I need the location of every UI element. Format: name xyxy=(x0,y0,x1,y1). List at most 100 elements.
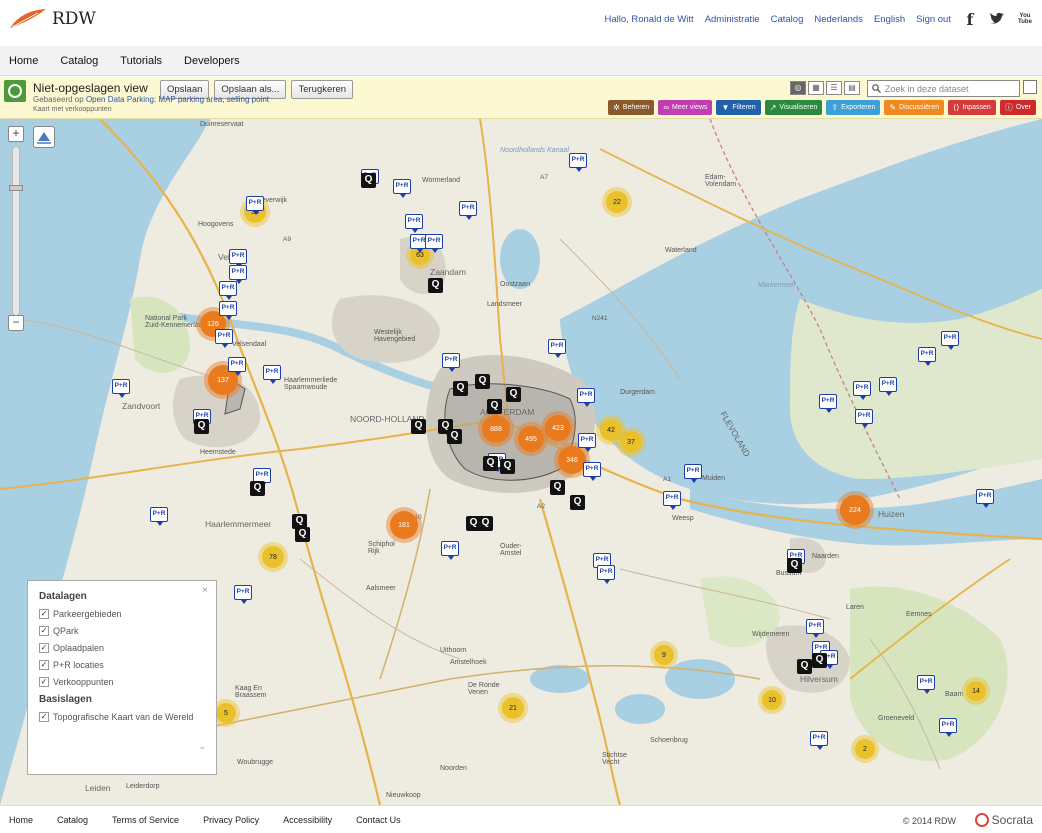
pr-marker[interactable]: P+R xyxy=(663,491,681,510)
pr-marker[interactable]: P+R xyxy=(976,489,994,508)
map-cluster[interactable]: 888 xyxy=(482,415,510,443)
logo[interactable]: RDW xyxy=(8,6,96,32)
pr-marker[interactable]: P+R xyxy=(219,281,237,300)
map-mode-icon[interactable]: ◎ xyxy=(790,81,806,95)
qpark-marker[interactable]: Q xyxy=(478,516,493,531)
footer-contact-link[interactable]: Contact Us xyxy=(356,815,401,825)
zoom-in-button[interactable]: + xyxy=(8,126,24,142)
catalog-link[interactable]: Catalog xyxy=(771,14,804,25)
pr-marker[interactable]: P+R xyxy=(234,585,252,604)
toolbar-exporteren-button[interactable]: ⇪ Exporteren xyxy=(826,100,881,115)
pr-marker[interactable]: P+R xyxy=(569,153,587,172)
grid-mode-icon[interactable]: ▦ xyxy=(808,81,824,95)
qpark-marker[interactable]: Q xyxy=(550,480,565,495)
pr-marker[interactable]: P+R xyxy=(548,339,566,358)
pr-marker[interactable]: P+R xyxy=(263,365,281,384)
map-cluster[interactable]: 224 xyxy=(840,495,870,525)
map-cluster[interactable]: 10 xyxy=(762,690,782,710)
pr-marker[interactable]: P+R xyxy=(229,265,247,284)
nav-developers[interactable]: Developers xyxy=(184,55,240,67)
qpark-marker[interactable]: Q xyxy=(194,419,209,434)
qpark-marker[interactable]: Q xyxy=(787,558,802,573)
search-input[interactable] xyxy=(885,83,1015,94)
map-cluster[interactable]: 5 xyxy=(216,703,236,723)
user-greeting-link[interactable]: Hallo, Ronald de Witt xyxy=(604,14,693,25)
list-mode-icon[interactable]: ☰ xyxy=(826,81,842,95)
pr-marker[interactable]: P+R xyxy=(583,462,601,481)
pr-marker[interactable]: P+R xyxy=(229,249,247,268)
pr-marker[interactable]: P+R xyxy=(597,565,615,584)
pr-marker[interactable]: P+R xyxy=(577,388,595,407)
lang-en-link[interactable]: English xyxy=(874,14,905,25)
pr-marker[interactable]: P+R xyxy=(819,394,837,413)
qpark-marker[interactable]: Q xyxy=(250,481,265,496)
map-cluster[interactable]: 78 xyxy=(262,546,284,568)
footer-privacy-link[interactable]: Privacy Policy xyxy=(203,815,259,825)
zoom-slider[interactable] xyxy=(9,146,23,316)
map-cluster[interactable]: 14 xyxy=(966,681,986,701)
layer-row[interactable]: ✓ QPark xyxy=(39,626,205,636)
toolbar-inpassen-button[interactable]: ⟨⟩ Inpassen xyxy=(948,100,996,115)
pr-marker[interactable]: P+R xyxy=(855,409,873,428)
toolbar-beheren-button[interactable]: ✲ Beheren xyxy=(608,100,655,115)
pr-marker[interactable]: P+R xyxy=(459,201,477,220)
qpark-marker[interactable]: Q xyxy=(411,419,426,434)
toolbar-visualiseren-button[interactable]: ↗ Visualiseren xyxy=(764,100,823,115)
pr-marker[interactable]: P+R xyxy=(684,464,702,483)
footer-terms-link[interactable]: Terms of Service xyxy=(112,815,179,825)
qpark-marker[interactable]: Q xyxy=(453,381,468,396)
zoom-slider-handle[interactable] xyxy=(9,185,23,191)
map-cluster[interactable]: 21 xyxy=(502,697,524,719)
checkbox[interactable]: ✓ xyxy=(39,660,49,670)
footer-home-link[interactable]: Home xyxy=(9,815,33,825)
layer-row[interactable]: ✓ Topografische Kaart van de Wereld xyxy=(39,712,205,722)
checkbox[interactable]: ✓ xyxy=(39,643,49,653)
map-cluster[interactable]: 42 xyxy=(600,419,622,441)
qpark-marker[interactable]: Q xyxy=(295,527,310,542)
map-cluster[interactable]: 181 xyxy=(390,511,418,539)
map-cluster[interactable]: 423 xyxy=(545,415,571,441)
pr-marker[interactable]: P+R xyxy=(939,718,957,737)
layer-row[interactable]: ✓ Parkeergebieden xyxy=(39,609,205,619)
twitter-icon[interactable] xyxy=(989,11,1005,27)
map-cluster[interactable]: 2 xyxy=(855,739,875,759)
pr-marker[interactable]: P+R xyxy=(810,731,828,750)
chevron-down-icon[interactable]: ⌄ xyxy=(198,741,206,752)
pr-marker[interactable]: P+R xyxy=(853,381,871,400)
lang-nl-link[interactable]: Nederlands xyxy=(814,14,863,25)
toolbar-over-button[interactable]: ⓘ Over xyxy=(999,100,1036,115)
map-cluster[interactable]: 495 xyxy=(518,426,544,452)
close-icon[interactable]: × xyxy=(202,585,208,596)
pr-marker[interactable]: P+R xyxy=(941,331,959,350)
pr-marker[interactable]: P+R xyxy=(405,214,423,233)
revert-button[interactable]: Terugkeren xyxy=(291,80,354,99)
pr-marker[interactable]: P+R xyxy=(578,433,596,452)
map-cluster[interactable]: 9 xyxy=(654,645,674,665)
pr-marker[interactable]: P+R xyxy=(917,675,935,694)
qpark-marker[interactable]: Q xyxy=(428,278,443,293)
footer-catalog-link[interactable]: Catalog xyxy=(57,815,88,825)
pr-marker[interactable]: P+R xyxy=(246,196,264,215)
toolbar-filteren-button[interactable]: ▼ Filteren xyxy=(716,100,761,115)
qpark-marker[interactable]: Q xyxy=(500,459,515,474)
pr-marker[interactable]: P+R xyxy=(806,619,824,638)
toolbar-meer-views-button[interactable]: ∞ Meer views xyxy=(658,100,713,115)
checkbox[interactable]: ✓ xyxy=(39,626,49,636)
checkbox[interactable]: ✓ xyxy=(39,712,49,722)
qpark-marker[interactable]: Q xyxy=(812,653,827,668)
sign-out-link[interactable]: Sign out xyxy=(916,14,951,25)
toolbar-discussi-ren-button[interactable]: ✎ Discussiëren xyxy=(884,100,945,115)
footer-accessibility-link[interactable]: Accessibility xyxy=(283,815,332,825)
checkbox[interactable]: ✓ xyxy=(39,677,49,687)
pr-marker[interactable]: P+R xyxy=(442,353,460,372)
map-cluster[interactable]: 37 xyxy=(620,431,642,453)
facebook-icon[interactable]: f xyxy=(962,10,978,29)
qpark-marker[interactable]: Q xyxy=(797,659,812,674)
pr-marker[interactable]: P+R xyxy=(918,347,936,366)
layer-row[interactable]: ✓ P+R locaties xyxy=(39,660,205,670)
youtube-icon[interactable]: You Tube xyxy=(1016,10,1034,28)
nav-tutorials[interactable]: Tutorials xyxy=(120,55,162,67)
zoom-out-button[interactable]: − xyxy=(8,315,24,331)
pr-marker[interactable]: P+R xyxy=(215,329,233,348)
page-mode-icon[interactable]: ▤ xyxy=(844,81,860,95)
